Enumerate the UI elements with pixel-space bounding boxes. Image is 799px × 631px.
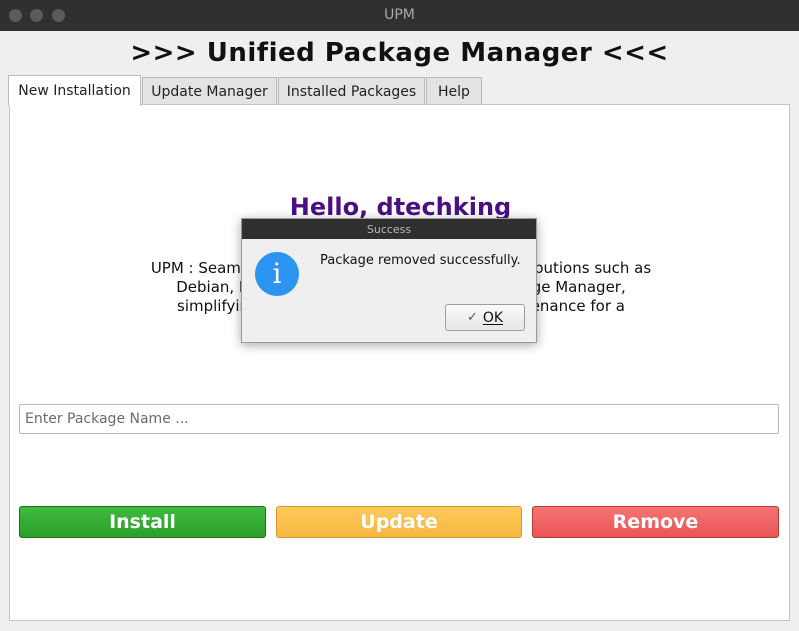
app-title: >>> Unified Package Manager <<<	[130, 38, 669, 68]
dialog-title: Success	[242, 219, 536, 239]
package-name-input[interactable]	[19, 404, 779, 434]
success-dialog: Success i Package removed successfully. …	[241, 218, 537, 343]
checkmark-icon: ✓	[466, 310, 478, 325]
window-title: UPM	[384, 7, 415, 23]
app-window: UPM >>> Unified Package Manager <<< New …	[0, 0, 799, 631]
ok-button-label: OK	[482, 309, 504, 326]
ok-button[interactable]: ✓ OK	[445, 304, 525, 331]
new-installation-panel: Hello, dtechking UPM : Seamless stributio…	[9, 104, 790, 621]
greeting-heading: Hello, dtechking	[289, 193, 512, 221]
tab-update-manager[interactable]: Update Manager	[142, 77, 277, 105]
title-bar: UPM	[0, 0, 799, 31]
dialog-message: Package removed successfully.	[320, 253, 521, 268]
install-button[interactable]: Install	[19, 506, 266, 538]
remove-button[interactable]: Remove	[532, 506, 779, 538]
tab-installed-packages[interactable]: Installed Packages	[278, 77, 425, 105]
info-icon: i	[255, 252, 299, 296]
update-button[interactable]: Update	[276, 506, 522, 538]
tab-new-installation[interactable]: New Installation	[8, 75, 141, 106]
tab-help[interactable]: Help	[426, 77, 482, 105]
